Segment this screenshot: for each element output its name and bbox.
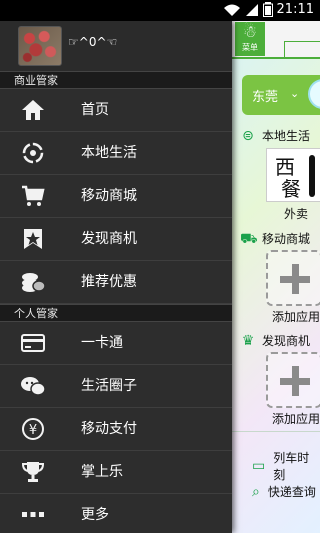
search-icon: ⌕ (252, 483, 260, 500)
section-discover: ♛ 发现商机 (240, 332, 310, 349)
drawer-item-home[interactable]: 首页 (0, 89, 232, 132)
wifi-icon (223, 3, 241, 17)
drawer-item-label: 首页 (81, 102, 109, 118)
drawer-item-life-circle[interactable]: 生活圈子 (0, 365, 232, 408)
drawer-item-discover[interactable]: 发现商机 (0, 218, 232, 261)
drawer-item-mobile-pay[interactable]: ¥ 移动支付 (0, 408, 232, 451)
group-header-business: 商业管家 (0, 71, 232, 89)
drawer-item-label: 更多 (81, 507, 109, 523)
svg-text:¥: ¥ (29, 423, 37, 438)
drawer-item-label: 移动支付 (81, 421, 137, 437)
local-life-icon (20, 141, 46, 165)
city-label: 东莞 (252, 90, 279, 105)
menu-label: 菜单 (242, 43, 258, 52)
drawer-item-label: 本地生活 (81, 145, 137, 161)
navigation-drawer: ☞^0^☜ 商业管家 首页 本地生活 移动商城 发现商机 推荐优惠 个人管家 一… (0, 21, 232, 533)
food-tile-text: 餐 (281, 177, 301, 201)
profile-header[interactable]: ☞^0^☜ (0, 21, 232, 71)
section-title: 移动商城 (262, 232, 311, 246)
status-time: 21:11 (276, 2, 314, 17)
trophy-icon (20, 460, 46, 484)
home-icon (20, 98, 46, 122)
add-app-button[interactable] (266, 250, 320, 306)
city-selector[interactable]: 东莞 ⌄ (242, 75, 320, 115)
drawer-item-label: 移动商城 (81, 188, 137, 204)
menu-person-icon: ☃ (242, 22, 258, 41)
signal-icon (245, 3, 259, 17)
more-icon (20, 503, 46, 527)
food-tile-caption: 外卖 (284, 207, 309, 221)
drawer-item-offers[interactable]: 推荐优惠 (0, 261, 232, 304)
main-content-behind: ☃ 菜单 东莞 ⌄ ⊜ 本地生活 西 餐 外卖 ⛟ 移动商城 添加应用 ♛ 发现… (232, 21, 320, 533)
tab-indicator (284, 41, 320, 57)
weather-icon (308, 79, 320, 109)
discover-icon (20, 227, 46, 251)
divider (232, 431, 320, 432)
section-local-life: ⊜ 本地生活 (240, 127, 310, 144)
drawer-item-label: 发现商机 (81, 231, 137, 247)
drawer-item-entertainment[interactable]: 掌上乐 (0, 451, 232, 494)
drawer-item-local-life[interactable]: 本地生活 (0, 132, 232, 175)
row-label: 列车时刻 (273, 451, 310, 482)
menu-button[interactable]: ☃ 菜单 (235, 22, 265, 56)
card-icon (20, 331, 46, 355)
train-icon: ▭ (252, 458, 266, 474)
drawer-item-card[interactable]: 一卡通 (0, 322, 232, 365)
discover-icon: ♛ (241, 332, 255, 349)
drawer-item-mall[interactable]: 移动商城 (0, 175, 232, 218)
express-query-row[interactable]: ⌕ 快递查询 (252, 483, 316, 500)
knife-icon (309, 155, 315, 197)
food-delivery-tile[interactable]: 西 餐 (266, 148, 320, 202)
local-life-icon: ⊜ (242, 127, 254, 144)
group-header-personal: 个人管家 (0, 304, 232, 322)
train-schedule-row[interactable]: ▭ 列车时刻 (252, 449, 320, 483)
drawer-item-label: 推荐优惠 (81, 274, 137, 290)
user-nickname: ☞^0^☜ (68, 35, 118, 49)
battery-icon (262, 2, 273, 17)
chevron-down-icon: ⌄ (290, 87, 300, 100)
status-bar: 21:11 (0, 0, 320, 21)
add-app-button[interactable] (266, 352, 320, 408)
add-app-caption: 添加应用 (272, 310, 320, 324)
top-bar: ☃ 菜单 (232, 21, 320, 59)
avatar[interactable] (18, 26, 62, 66)
drawer-item-label: 掌上乐 (81, 464, 123, 480)
coins-icon (20, 270, 46, 294)
cart-icon (20, 184, 46, 208)
add-app-caption: 添加应用 (272, 412, 320, 426)
chat-icon (20, 374, 46, 398)
drawer-item-label: 一卡通 (81, 335, 123, 351)
section-mall: ⛟ 移动商城 (240, 230, 310, 247)
section-title: 发现商机 (262, 334, 311, 348)
yuan-icon: ¥ (20, 417, 46, 441)
drawer-item-more[interactable]: 更多 (0, 494, 232, 533)
cart-icon: ⛟ (240, 230, 258, 247)
row-label: 快递查询 (267, 485, 316, 499)
drawer-item-label: 生活圈子 (81, 378, 137, 394)
section-title: 本地生活 (262, 129, 311, 143)
